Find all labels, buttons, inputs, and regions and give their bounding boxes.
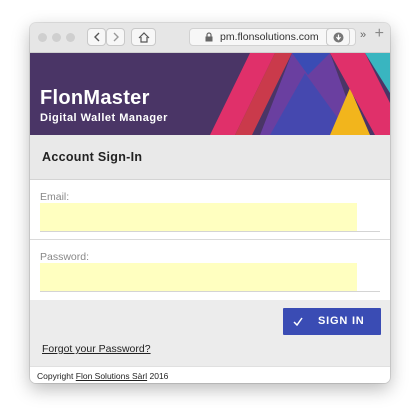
form-title: Account Sign-In xyxy=(42,150,143,164)
download-button[interactable] xyxy=(326,28,350,46)
home-icon xyxy=(138,31,149,43)
forward-icon xyxy=(113,32,119,42)
back-button[interactable] xyxy=(87,28,106,46)
form-header: Account Sign-In xyxy=(30,135,390,180)
zoom-window-button[interactable] xyxy=(66,33,75,42)
browser-window: pm.flonsolutions.com » + FlonMaster Digi… xyxy=(30,23,390,383)
copyright-year: 2016 xyxy=(149,371,169,381)
copyright-text: Copyright Flon Solutions Sàrl 2016 xyxy=(37,371,168,381)
check-icon xyxy=(293,317,303,326)
lock-icon xyxy=(205,32,213,42)
plus-icon[interactable]: + xyxy=(375,25,384,43)
sign-in-label: SIGN IN xyxy=(318,315,365,327)
browser-toolbar: pm.flonsolutions.com » + xyxy=(30,23,390,53)
copyright-prefix: Copyright xyxy=(37,371,74,381)
password-label: Password: xyxy=(40,251,90,263)
url-text: pm.flonsolutions.com xyxy=(220,31,319,43)
password-underline xyxy=(40,291,380,292)
forward-button[interactable] xyxy=(106,28,125,46)
sign-in-button[interactable]: SIGN IN xyxy=(283,308,381,335)
email-field[interactable] xyxy=(40,203,357,231)
app-subtitle: Digital Wallet Manager xyxy=(40,112,168,124)
email-label: Email: xyxy=(40,191,70,203)
email-group: Email: xyxy=(30,180,390,240)
download-icon xyxy=(333,32,343,42)
password-group: Password: xyxy=(30,240,390,300)
close-window-button[interactable] xyxy=(38,33,47,42)
password-field[interactable] xyxy=(40,263,357,291)
chevron-right-icon[interactable]: » xyxy=(360,29,366,41)
email-underline xyxy=(40,231,380,232)
app-banner: FlonMaster Digital Wallet Manager xyxy=(30,53,390,135)
back-icon xyxy=(93,32,99,42)
minimize-window-button[interactable] xyxy=(52,33,61,42)
company-link[interactable]: Flon Solutions Sàrl xyxy=(76,371,147,381)
page-footer: Copyright Flon Solutions Sàrl 2016 xyxy=(30,366,390,383)
home-button[interactable] xyxy=(131,28,156,46)
forgot-password-link[interactable]: Forgot your Password? xyxy=(42,343,151,355)
app-title: FlonMaster xyxy=(40,87,150,109)
